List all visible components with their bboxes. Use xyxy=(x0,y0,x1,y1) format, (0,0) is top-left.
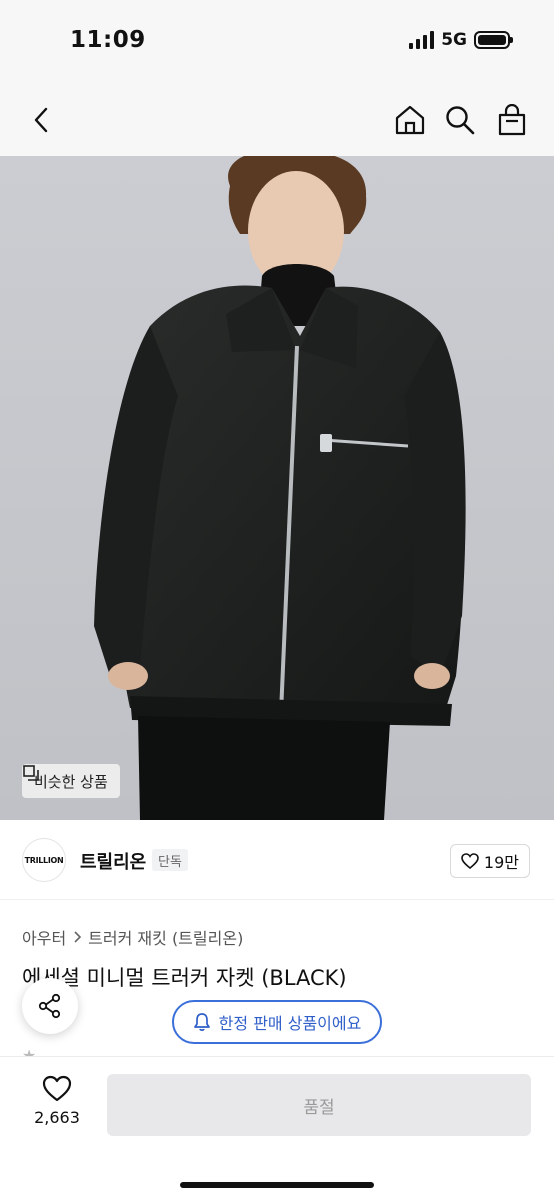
signal-icon xyxy=(409,31,435,49)
similar-products-label: 비슷한 상품 xyxy=(34,772,108,791)
status-time: 11:09 xyxy=(70,27,146,53)
breadcrumb-category[interactable]: 아우터 xyxy=(22,925,66,949)
bell-icon xyxy=(193,1013,210,1031)
similar-icon xyxy=(23,765,39,781)
limited-sale-label: 한정 판매 상품이에요 xyxy=(218,1014,362,1033)
chevron-right-icon xyxy=(74,931,82,943)
share-icon xyxy=(38,993,61,1019)
soldout-button[interactable]: 품절 xyxy=(107,1074,531,1136)
breadcrumb: 아우터 트러커 재킷 (트릴리온) xyxy=(22,925,243,949)
heart-icon xyxy=(461,853,479,869)
brand-name[interactable]: 트릴리온 xyxy=(80,848,146,874)
status-indicators: 5G xyxy=(409,30,513,50)
back-button[interactable] xyxy=(24,102,60,138)
shopping-bag-button[interactable] xyxy=(494,102,530,138)
home-indicator xyxy=(180,1182,374,1188)
network-label: 5G xyxy=(441,30,467,50)
brand-row: TRILLION 트릴리온 단독 19만 xyxy=(0,820,554,900)
shopping-bag-icon xyxy=(498,104,526,136)
nav-bar xyxy=(0,84,554,156)
search-button[interactable] xyxy=(442,102,478,138)
brand-logo[interactable]: TRILLION xyxy=(22,838,66,882)
product-photo xyxy=(0,156,554,820)
like-button[interactable]: 2,663 xyxy=(22,1075,92,1127)
brand-like-count: 19만 xyxy=(483,853,519,872)
battery-icon xyxy=(474,31,513,49)
limited-sale-notice[interactable]: 한정 판매 상품이에요 xyxy=(172,1000,382,1044)
chevron-left-icon xyxy=(34,107,48,133)
status-bar: 11:09 5G xyxy=(0,0,554,84)
heart-icon xyxy=(42,1075,72,1102)
bottom-action-bar: 2,663 품절 xyxy=(0,1056,554,1200)
brand-logo-text: TRILLION xyxy=(24,855,64,865)
home-button[interactable] xyxy=(392,102,428,138)
like-count: 2,663 xyxy=(34,1108,80,1127)
product-image[interactable]: 비슷한 상품 xyxy=(0,156,554,820)
exclusive-badge: 단독 xyxy=(152,849,188,871)
search-icon xyxy=(446,106,475,135)
brand-like-button[interactable]: 19만 xyxy=(449,844,530,878)
breadcrumb-subcategory[interactable]: 트러커 재킷 (트릴리온) xyxy=(88,925,243,949)
home-icon xyxy=(395,105,425,135)
similar-products-button[interactable]: 비슷한 상품 xyxy=(22,764,120,798)
share-button[interactable] xyxy=(22,978,78,1034)
